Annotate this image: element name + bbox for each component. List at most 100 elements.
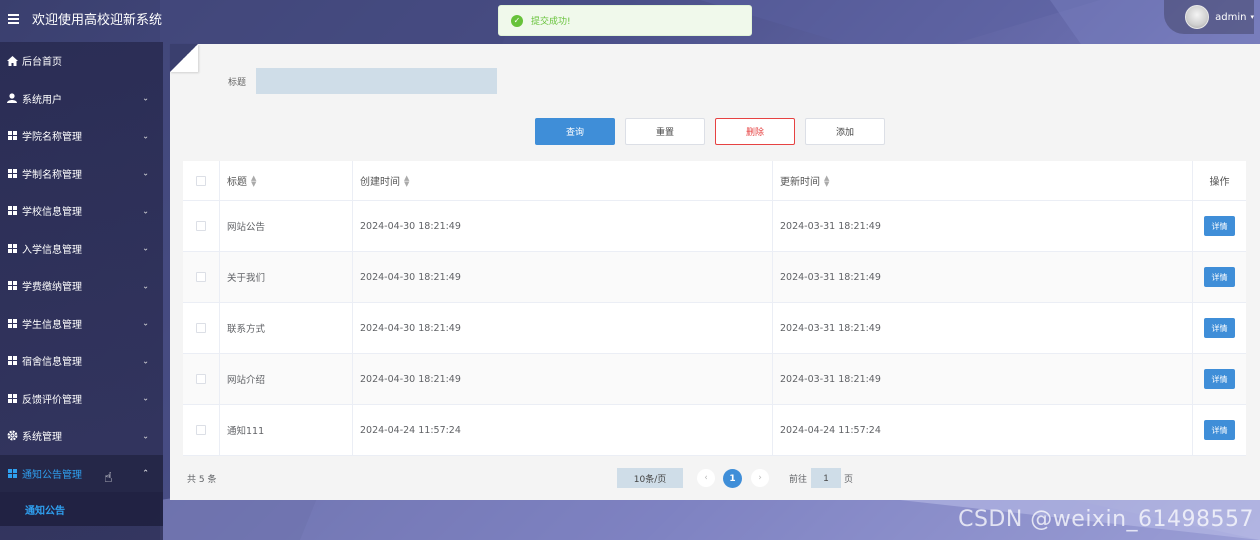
cell-created: 2024-04-24 11:57:24 xyxy=(353,405,773,455)
sidebar-subitem-notice[interactable]: 通知公告 xyxy=(0,492,163,526)
sidebar-item-notices[interactable]: 通知公告管理 ⌃ xyxy=(0,454,163,492)
sidebar-item-feedback[interactable]: 反馈评价管理 ⌄ xyxy=(0,380,163,418)
header-created[interactable]: 创建时间 ▲ ▼ xyxy=(353,161,773,200)
header-checkbox-cell xyxy=(183,161,220,200)
sidebar-item-tuition[interactable]: 学费缴纳管理 ⌄ xyxy=(0,267,163,305)
row-checkbox[interactable] xyxy=(196,272,206,282)
home-icon xyxy=(6,55,18,67)
chevron-down-icon: ⌄ xyxy=(142,131,149,141)
cell-created: 2024-04-30 18:21:49 xyxy=(353,252,773,302)
username[interactable]: admin xyxy=(1215,12,1246,23)
sidebar-item-enrollment[interactable]: 入学信息管理 ⌄ xyxy=(0,230,163,268)
sidebar-item-students[interactable]: 学生信息管理 ⌄ xyxy=(0,305,163,343)
sidebar-item-label: 学生信息管理 xyxy=(22,319,82,331)
cell-title: 联系方式 xyxy=(220,303,353,353)
cell-updated: 2024-03-31 18:21:49 xyxy=(773,252,1193,302)
chevron-down-icon: ⌄ xyxy=(142,318,149,328)
row-checkbox-cell xyxy=(183,354,220,404)
sort-icon[interactable]: ▲ ▼ xyxy=(404,174,409,187)
header-label: 操作 xyxy=(1209,177,1230,188)
chevron-down-icon: ⌄ xyxy=(142,168,149,178)
add-button[interactable]: 添加 xyxy=(805,118,885,145)
grid-icon xyxy=(6,242,18,254)
cell-operation: 详情 xyxy=(1193,405,1246,455)
cell-title: 网站介绍 xyxy=(220,354,353,404)
hand-cursor-icon: ☝ xyxy=(104,470,113,486)
chevron-down-icon: ⌄ xyxy=(142,431,149,441)
chevron-down-icon[interactable]: ▾ xyxy=(1250,13,1254,21)
header-updated[interactable]: 更新时间 ▲ ▼ xyxy=(773,161,1193,200)
sidebar-item-school-info[interactable]: 学校信息管理 ⌄ xyxy=(0,192,163,230)
cell-created: 2024-04-30 18:21:49 xyxy=(353,354,773,404)
detail-button[interactable]: 详情 xyxy=(1204,216,1235,236)
chevron-up-icon: ⌃ xyxy=(142,468,149,478)
page-size-select[interactable]: 10条/页 xyxy=(617,468,683,488)
sidebar-item-college[interactable]: 学院名称管理 ⌄ xyxy=(0,117,163,155)
sidebar-item-label: 后台首页 xyxy=(22,57,62,69)
sidebar-item-dashboard[interactable]: 后台首页 xyxy=(0,42,163,80)
sidebar-item-label: 入学信息管理 xyxy=(22,244,82,256)
cell-title: 网站公告 xyxy=(220,201,353,251)
grid-icon xyxy=(6,167,18,179)
pagination: 共 5 条 10条/页 ‹ 1 › 前往 页 xyxy=(170,460,1260,494)
table-row: 通知111 2024-04-24 11:57:24 2024-04-24 11:… xyxy=(183,405,1246,456)
prev-page-icon[interactable]: ‹ xyxy=(697,469,715,487)
query-button[interactable]: 查询 xyxy=(535,118,615,145)
sidebar-item-dormitory[interactable]: 宿舍信息管理 ⌄ xyxy=(0,342,163,380)
sidebar-item-label: 反馈评价管理 xyxy=(22,394,82,406)
header-title[interactable]: 标题 ▲ ▼ xyxy=(220,161,353,200)
row-checkbox-cell xyxy=(183,252,220,302)
user-menu[interactable]: admin ▾ xyxy=(1164,0,1254,34)
chevron-down-icon: ⌄ xyxy=(142,243,149,253)
cell-updated: 2024-03-31 18:21:49 xyxy=(773,354,1193,404)
detail-button[interactable]: 详情 xyxy=(1204,318,1235,338)
hamburger-icon[interactable] xyxy=(4,9,22,27)
header-operation: 操作 xyxy=(1193,161,1246,200)
delete-button[interactable]: 删除 xyxy=(715,118,795,145)
app-title: 欢迎使用高校迎新系统 xyxy=(32,12,163,28)
row-checkbox-cell xyxy=(183,405,220,455)
user-icon xyxy=(6,92,18,104)
cell-operation: 详情 xyxy=(1193,303,1246,353)
detail-button[interactable]: 详情 xyxy=(1204,369,1235,389)
page-number-current[interactable]: 1 xyxy=(723,469,742,488)
grid-icon xyxy=(6,205,18,217)
goto-suffix: 页 xyxy=(844,475,854,485)
sort-icon[interactable]: ▲ ▼ xyxy=(251,174,256,187)
chevron-down-icon: ⌄ xyxy=(142,356,149,366)
cell-operation: 详情 xyxy=(1193,354,1246,404)
grid-icon xyxy=(6,280,18,292)
grid-icon xyxy=(6,467,18,479)
sort-icon[interactable]: ▲ ▼ xyxy=(824,174,829,187)
header-label: 创建时间 xyxy=(360,177,400,188)
row-checkbox-cell xyxy=(183,201,220,251)
row-checkbox-cell xyxy=(183,303,220,353)
row-checkbox[interactable] xyxy=(196,221,206,231)
cell-updated: 2024-03-31 18:21:49 xyxy=(773,201,1193,251)
select-all-checkbox[interactable] xyxy=(196,175,206,186)
avatar[interactable] xyxy=(1185,5,1210,29)
row-checkbox[interactable] xyxy=(196,323,206,333)
detail-button[interactable]: 详情 xyxy=(1204,420,1235,440)
table-row: 网站介绍 2024-04-30 18:21:49 2024-03-31 18:2… xyxy=(183,354,1246,405)
cell-updated: 2024-04-24 11:57:24 xyxy=(773,405,1193,455)
next-page-icon[interactable]: › xyxy=(751,469,769,487)
cell-title: 关于我们 xyxy=(220,252,353,302)
title-search-input[interactable] xyxy=(256,68,497,94)
row-checkbox[interactable] xyxy=(196,374,206,384)
sidebar-item-program-length[interactable]: 学制名称管理 ⌄ xyxy=(0,155,163,193)
sidebar-item-label: 通知公告管理 xyxy=(22,469,82,481)
detail-button[interactable]: 详情 xyxy=(1204,267,1235,287)
success-toast: ✓ 提交成功! xyxy=(498,5,752,36)
goto-page-input[interactable] xyxy=(811,468,841,488)
row-checkbox[interactable] xyxy=(196,425,206,435)
sidebar-item-system-users[interactable]: 系统用户 ⌄ xyxy=(0,80,163,118)
search-label: 标题 xyxy=(228,77,247,88)
sidebar-item-system-settings[interactable]: 系统管理 ⌄ xyxy=(0,417,163,455)
reset-button[interactable]: 重置 xyxy=(625,118,705,145)
cell-created: 2024-04-30 18:21:49 xyxy=(353,201,773,251)
sidebar-item-label: 学校信息管理 xyxy=(22,207,82,219)
corner-fold-page xyxy=(170,44,198,72)
cell-created: 2024-04-30 18:21:49 xyxy=(353,303,773,353)
toast-message: 提交成功! xyxy=(531,17,571,27)
